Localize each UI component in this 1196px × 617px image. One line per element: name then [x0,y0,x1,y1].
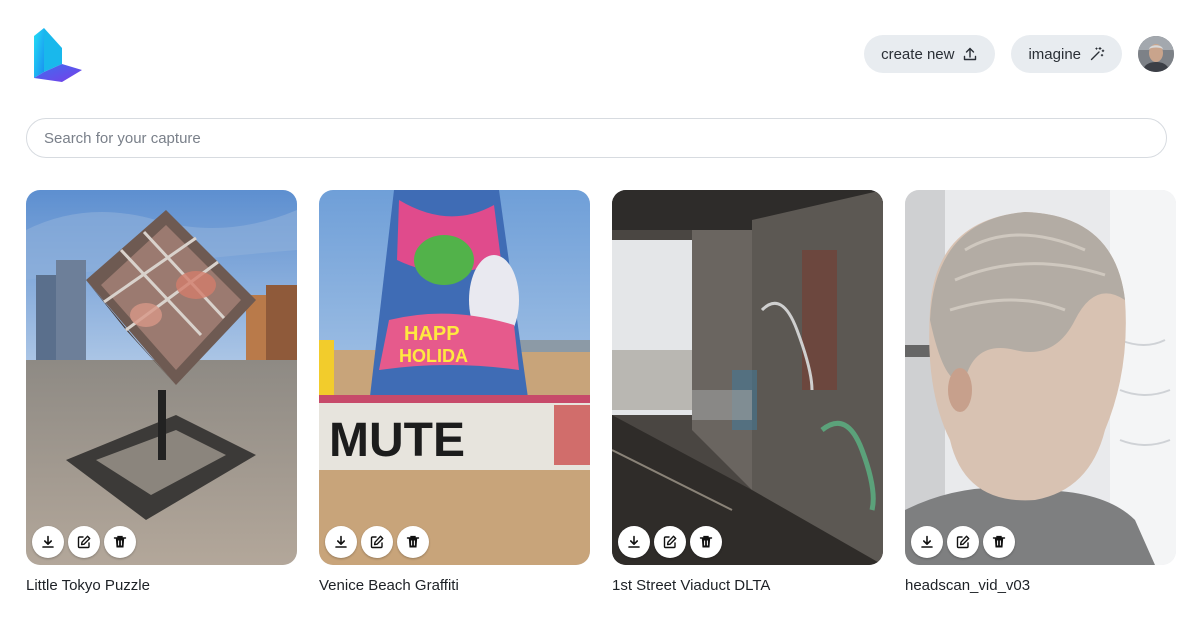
delete-button[interactable] [983,526,1015,558]
trash-icon [406,535,420,548]
create-new-label: create new [881,45,955,63]
download-button[interactable] [911,526,943,558]
viaduct-image [612,190,883,565]
download-icon [42,535,54,548]
head-scan-image [905,190,1176,565]
card-actions [911,526,1015,558]
imagine-button[interactable]: imagine [1011,35,1122,73]
capture-thumbnail[interactable]: HAPP HOLIDA MUTE [319,190,590,565]
capture-title[interactable]: Venice Beach Graffiti [319,577,590,594]
trash-icon [699,535,713,548]
capture-card[interactable]: headscan_vid_v03 [905,190,1176,594]
edit-icon [370,535,384,549]
capture-thumbnail[interactable] [612,190,883,565]
download-button[interactable] [618,526,650,558]
card-actions [325,526,429,558]
capture-thumbnail[interactable] [26,190,297,565]
svg-text:HAPP: HAPP [404,323,460,345]
cube-sculpture-image [26,190,297,565]
logo-icon [34,28,82,82]
download-icon [628,535,640,548]
svg-text:HOLIDA: HOLIDA [399,346,468,366]
delete-button[interactable] [104,526,136,558]
capture-title[interactable]: 1st Street Viaduct DLTA [612,577,883,594]
trash-icon [992,535,1006,548]
capture-card[interactable]: 1st Street Viaduct DLTA [612,190,883,594]
capture-title[interactable]: Little Tokyo Puzzle [26,577,297,594]
download-icon [921,535,933,548]
capture-title[interactable]: headscan_vid_v03 [905,577,1176,594]
edit-button[interactable] [68,526,100,558]
svg-text:MUTE: MUTE [329,414,465,467]
avatar-image [1138,36,1174,72]
edit-button[interactable] [361,526,393,558]
download-button[interactable] [32,526,64,558]
user-avatar[interactable] [1138,36,1174,72]
download-button[interactable] [325,526,357,558]
card-actions [618,526,722,558]
capture-grid: Little Tokyo Puzzle HAPP HOLIDA MUTE Ven… [26,190,1176,594]
capture-thumbnail[interactable] [905,190,1176,565]
search-input[interactable] [27,119,1166,157]
create-new-button[interactable]: create new [864,35,996,73]
search-bar [26,118,1167,158]
edit-button[interactable] [947,526,979,558]
graffiti-tower-image: HAPP HOLIDA MUTE [319,190,590,565]
delete-button[interactable] [690,526,722,558]
edit-icon [956,535,970,549]
delete-button[interactable] [397,526,429,558]
trash-icon [113,535,127,548]
upload-icon [964,47,977,61]
capture-card[interactable]: Little Tokyo Puzzle [26,190,297,594]
app-logo[interactable] [32,26,84,84]
imagine-label: imagine [1028,45,1081,63]
edit-icon [663,535,677,549]
download-icon [335,535,347,548]
card-actions [32,526,136,558]
edit-button[interactable] [654,526,686,558]
magic-wand-icon [1090,46,1105,61]
header-actions: create new imagine [864,35,1174,73]
capture-card[interactable]: HAPP HOLIDA MUTE Venice Beach Graffiti [319,190,590,594]
edit-icon [77,535,91,549]
